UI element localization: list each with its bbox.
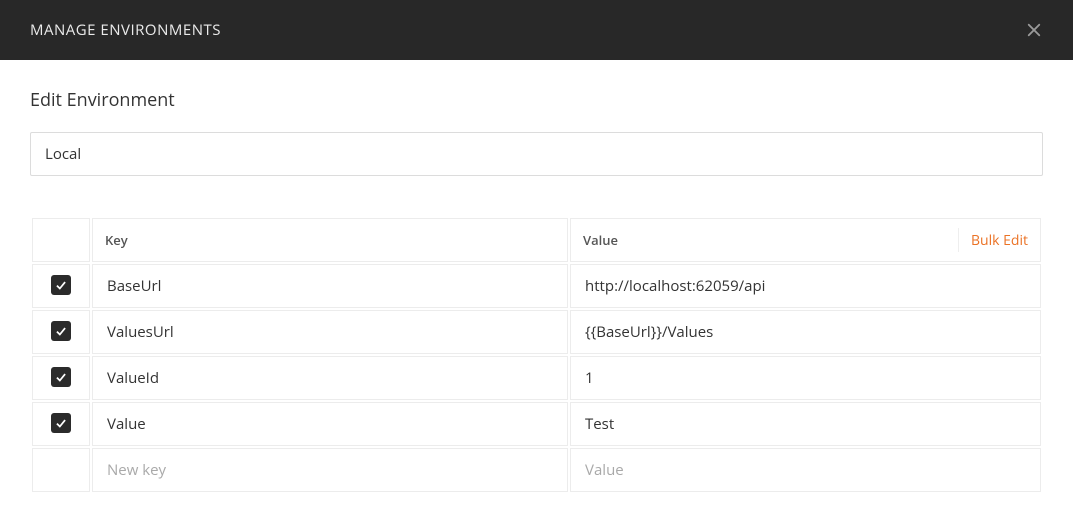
column-header-value: Value Bulk Edit	[570, 218, 1041, 262]
value-input-new[interactable]	[583, 448, 1032, 492]
column-header-key: Key	[92, 218, 568, 262]
close-icon[interactable]	[1025, 21, 1043, 39]
row-checkbox-empty	[32, 448, 90, 492]
section-title: Edit Environment	[30, 88, 1043, 112]
row-checkbox[interactable]	[51, 275, 71, 295]
row-checkbox[interactable]	[51, 367, 71, 387]
modal-title: MANAGE ENVIRONMENTS	[30, 20, 221, 40]
table-row	[32, 310, 1041, 354]
value-input[interactable]	[583, 402, 1032, 446]
table-row	[32, 356, 1041, 400]
bulk-edit-link[interactable]: Bulk Edit	[958, 228, 1028, 252]
key-input-new[interactable]	[105, 448, 559, 492]
key-input[interactable]	[105, 264, 559, 308]
value-input[interactable]	[583, 310, 1032, 354]
table-row	[32, 264, 1041, 308]
row-checkbox[interactable]	[51, 413, 71, 433]
variables-table: Key Value Bulk Edit	[30, 216, 1043, 494]
value-input[interactable]	[583, 356, 1032, 400]
environment-name-input[interactable]	[30, 132, 1043, 176]
table-row	[32, 402, 1041, 446]
value-input[interactable]	[583, 264, 1032, 308]
key-input[interactable]	[105, 402, 559, 446]
key-input[interactable]	[105, 310, 559, 354]
row-checkbox[interactable]	[51, 321, 71, 341]
table-row-new	[32, 448, 1041, 492]
key-input[interactable]	[105, 356, 559, 400]
column-header-checkbox	[32, 218, 90, 262]
modal-header: MANAGE ENVIRONMENTS	[0, 0, 1073, 60]
column-header-value-label: Value	[583, 231, 618, 249]
